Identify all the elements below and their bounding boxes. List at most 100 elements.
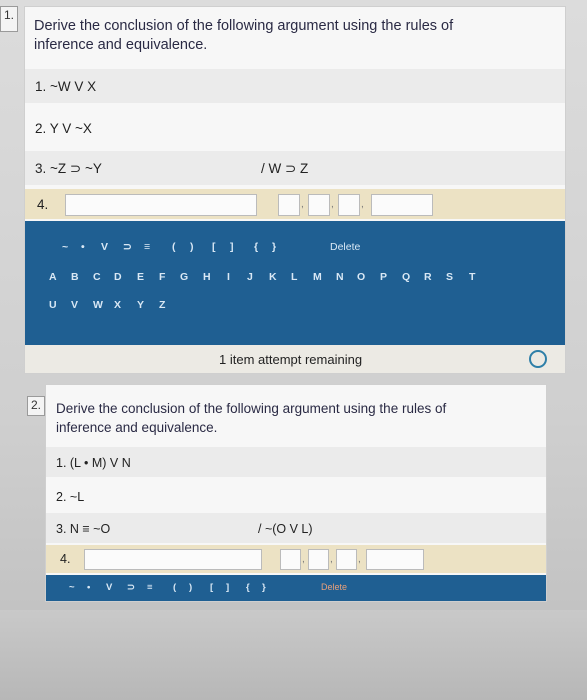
question-card: Derive the conclusion of the following a… <box>24 6 566 374</box>
symbol-keyboard: ~ • V ⊃ ≡ ( ) [ ] { } Delete <box>46 575 546 601</box>
symbol-key[interactable]: • <box>81 241 85 253</box>
premise-text: 3. ~Z ⊃ ~Y <box>35 161 102 176</box>
letter-key[interactable]: L <box>291 271 297 283</box>
comma-separator: , <box>301 199 304 210</box>
premise-text: 2. ~L <box>56 490 85 504</box>
letter-key[interactable]: C <box>93 271 101 283</box>
prompt-line: inference and equivalence. <box>56 420 218 435</box>
comma-separator: , <box>358 554 361 565</box>
question-card: Derive the conclusion of the following a… <box>45 384 547 602</box>
letter-key[interactable]: Q <box>402 271 410 283</box>
symbol-key[interactable]: ) <box>190 241 194 253</box>
symbol-key[interactable]: • <box>87 582 90 593</box>
letter-key[interactable]: E <box>137 271 144 283</box>
symbol-key[interactable]: V <box>101 241 108 253</box>
letter-key[interactable]: G <box>180 271 188 283</box>
premise-row: 1. (L • M) V N <box>46 447 546 477</box>
comma-separator: , <box>302 554 305 565</box>
delete-key[interactable]: Delete <box>330 241 360 253</box>
rule-line-box[interactable] <box>338 194 360 216</box>
letter-key[interactable]: H <box>203 271 211 283</box>
symbol-key[interactable]: ⊃ <box>127 582 135 593</box>
symbol-key[interactable]: V <box>106 582 112 593</box>
prompt-line: Derive the conclusion of the following a… <box>56 401 447 416</box>
rule-line-box[interactable] <box>278 194 300 216</box>
rule-line-box[interactable] <box>308 194 330 216</box>
proof-line-row: 4. , , , <box>25 189 565 219</box>
symbol-key[interactable]: ~ <box>69 582 75 593</box>
letter-key[interactable]: K <box>269 271 277 283</box>
letter-key[interactable]: T <box>469 271 475 283</box>
letter-key[interactable]: Y <box>137 299 144 311</box>
letter-key[interactable]: O <box>357 271 365 283</box>
line-number: 4. <box>37 197 49 212</box>
formula-input[interactable] <box>84 549 262 570</box>
premise-text: 2. Y V ~X <box>35 121 92 136</box>
rule-name-box[interactable] <box>366 549 424 570</box>
letter-key[interactable]: N <box>336 271 344 283</box>
symbol-key[interactable]: [ <box>212 241 216 253</box>
letter-key[interactable]: P <box>380 271 387 283</box>
symbol-key[interactable]: { <box>254 241 258 253</box>
symbol-key[interactable]: [ <box>210 582 213 593</box>
conclusion-text: / ~(O V L) <box>258 522 313 536</box>
rule-name-box[interactable] <box>371 194 433 216</box>
symbol-keyboard: ~ • V ⊃ ≡ ( ) [ ] { } Delete A B C D E F… <box>25 221 565 345</box>
symbol-key[interactable]: ) <box>189 582 192 593</box>
symbol-key[interactable]: } <box>262 582 266 593</box>
question-prompt: Derive the conclusion of the following a… <box>56 399 542 437</box>
rule-line-box[interactable] <box>308 549 329 570</box>
proof-line-row: 4. , , , <box>46 545 546 573</box>
symbol-key[interactable]: ] <box>226 582 229 593</box>
premise-row: 2. ~L <box>46 481 546 511</box>
premise-text: 3. N ≡ ~O <box>56 522 111 536</box>
delete-key[interactable]: Delete <box>321 582 347 592</box>
question-prompt: Derive the conclusion of the following a… <box>34 17 559 55</box>
symbol-key[interactable]: ~ <box>62 241 68 253</box>
letter-key[interactable]: D <box>114 271 122 283</box>
premise-row: 3. ~Z ⊃ ~Y / W ⊃ Z <box>25 151 565 185</box>
symbol-key[interactable]: { <box>246 582 250 593</box>
symbol-key[interactable]: ( <box>172 241 176 253</box>
letter-key[interactable]: W <box>93 299 103 311</box>
letter-key[interactable]: U <box>49 299 57 311</box>
symbol-key[interactable]: ( <box>173 582 176 593</box>
letter-key[interactable]: J <box>247 271 253 283</box>
letter-key[interactable]: F <box>159 271 165 283</box>
comma-separator: , <box>361 199 364 210</box>
letter-key[interactable]: Z <box>159 299 165 311</box>
symbol-key[interactable]: ≡ <box>147 582 153 593</box>
premise-row: 2. Y V ~X <box>25 111 565 145</box>
prompt-line: Derive the conclusion of the following a… <box>34 18 454 34</box>
premise-text: 1. (L • M) V N <box>56 456 131 470</box>
background-shadow <box>0 610 587 700</box>
question-number: 1. <box>0 6 18 32</box>
letter-key[interactable]: B <box>71 271 79 283</box>
premise-text: 1. ~W V X <box>35 79 97 94</box>
formula-input[interactable] <box>65 194 257 216</box>
symbol-key[interactable]: ⊃ <box>123 241 132 253</box>
question-number: 2. <box>27 396 45 416</box>
attempts-footer: 1 item attempt remaining <box>25 345 565 373</box>
letter-key[interactable]: V <box>71 299 78 311</box>
letter-key[interactable]: X <box>114 299 121 311</box>
prompt-line: inference and equivalence. <box>34 37 208 53</box>
letter-key[interactable]: R <box>424 271 432 283</box>
attempts-text: 1 item attempt remaining <box>219 352 363 367</box>
premise-row: 3. N ≡ ~O / ~(O V L) <box>46 513 546 543</box>
premise-row: 1. ~W V X <box>25 69 565 103</box>
rule-line-box[interactable] <box>336 549 357 570</box>
symbol-key[interactable]: ] <box>230 241 234 253</box>
letter-key[interactable]: S <box>446 271 453 283</box>
rule-line-box[interactable] <box>280 549 301 570</box>
line-number: 4. <box>60 552 71 566</box>
symbol-key[interactable]: ≡ <box>144 241 150 253</box>
letter-key[interactable]: I <box>227 271 230 283</box>
comma-separator: , <box>331 199 334 210</box>
symbol-key[interactable]: } <box>272 241 276 253</box>
status-circle-icon <box>529 350 547 368</box>
conclusion-text: / W ⊃ Z <box>261 161 309 176</box>
letter-key[interactable]: M <box>313 271 322 283</box>
letter-key[interactable]: A <box>49 271 57 283</box>
comma-separator: , <box>330 554 333 565</box>
